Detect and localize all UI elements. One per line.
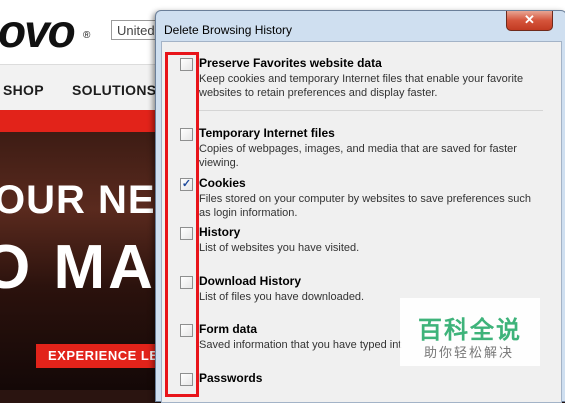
watermark-title: 百科全说 bbox=[418, 317, 522, 344]
lenovo-logo[interactable]: ovo bbox=[0, 4, 76, 58]
nav-item-solutions[interactable]: SOLUTIONS bbox=[72, 82, 156, 98]
option-description: Files stored on your computer by website… bbox=[199, 193, 531, 219]
option-title: Temporary Internet files bbox=[199, 126, 335, 140]
divider bbox=[198, 110, 543, 111]
hero-headline-2: O MA bbox=[0, 233, 156, 302]
nav-item-shop[interactable]: SHOP bbox=[3, 82, 44, 98]
option-title: Download History bbox=[199, 274, 302, 288]
close-button[interactable]: ✕ bbox=[506, 11, 553, 31]
option-title: History bbox=[199, 225, 241, 239]
option-description: Copies of webpages, images, and media th… bbox=[199, 143, 517, 169]
watermark-subtitle: 助你轻松解决 bbox=[424, 345, 515, 360]
option-description: List of websites you have visited. bbox=[199, 242, 360, 254]
dialog-title: Delete Browsing History bbox=[164, 23, 293, 37]
option-description: Keep cookies and temporary Internet file… bbox=[199, 73, 524, 99]
watermark: 百科全说 助你轻松解决 bbox=[400, 298, 540, 366]
checkbox-highlight-annotation bbox=[165, 52, 199, 397]
option-title: Passwords bbox=[199, 371, 263, 385]
registered-mark: ® bbox=[83, 30, 91, 41]
option-title: Preserve Favorites website data bbox=[199, 56, 382, 70]
option-title: Form data bbox=[199, 322, 258, 336]
option-title: Cookies bbox=[199, 176, 246, 190]
